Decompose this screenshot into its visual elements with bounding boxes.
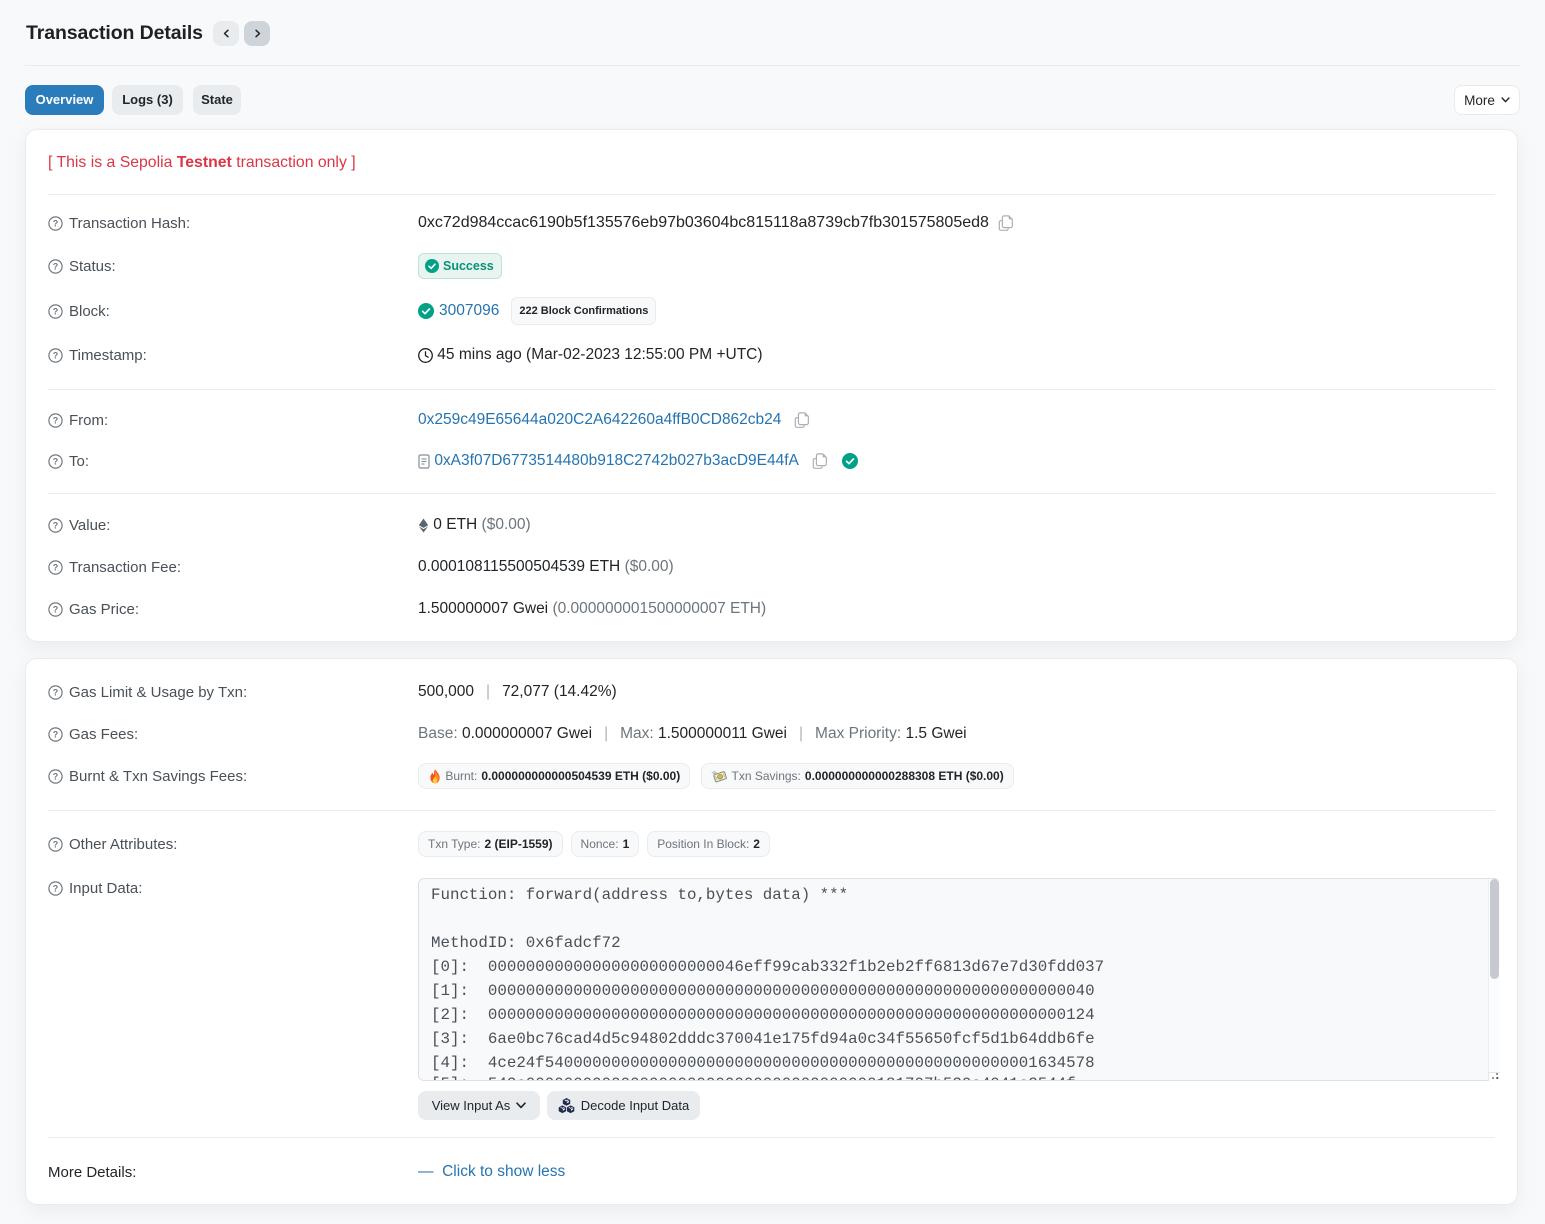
svg-text:?: ? — [53, 218, 59, 228]
svg-text:?: ? — [53, 771, 59, 781]
svg-text:?: ? — [53, 604, 59, 614]
svg-text:?: ? — [53, 261, 59, 271]
svg-text:?: ? — [53, 456, 59, 466]
svg-text:?: ? — [53, 306, 59, 316]
svg-text:?: ? — [53, 883, 59, 893]
svg-text:?: ? — [53, 415, 59, 425]
svg-text:?: ? — [53, 839, 59, 849]
svg-text:?: ? — [53, 562, 59, 572]
svg-text:?: ? — [53, 350, 59, 360]
svg-text:?: ? — [53, 729, 59, 739]
svg-text:?: ? — [53, 520, 59, 530]
svg-text:?: ? — [53, 687, 59, 697]
